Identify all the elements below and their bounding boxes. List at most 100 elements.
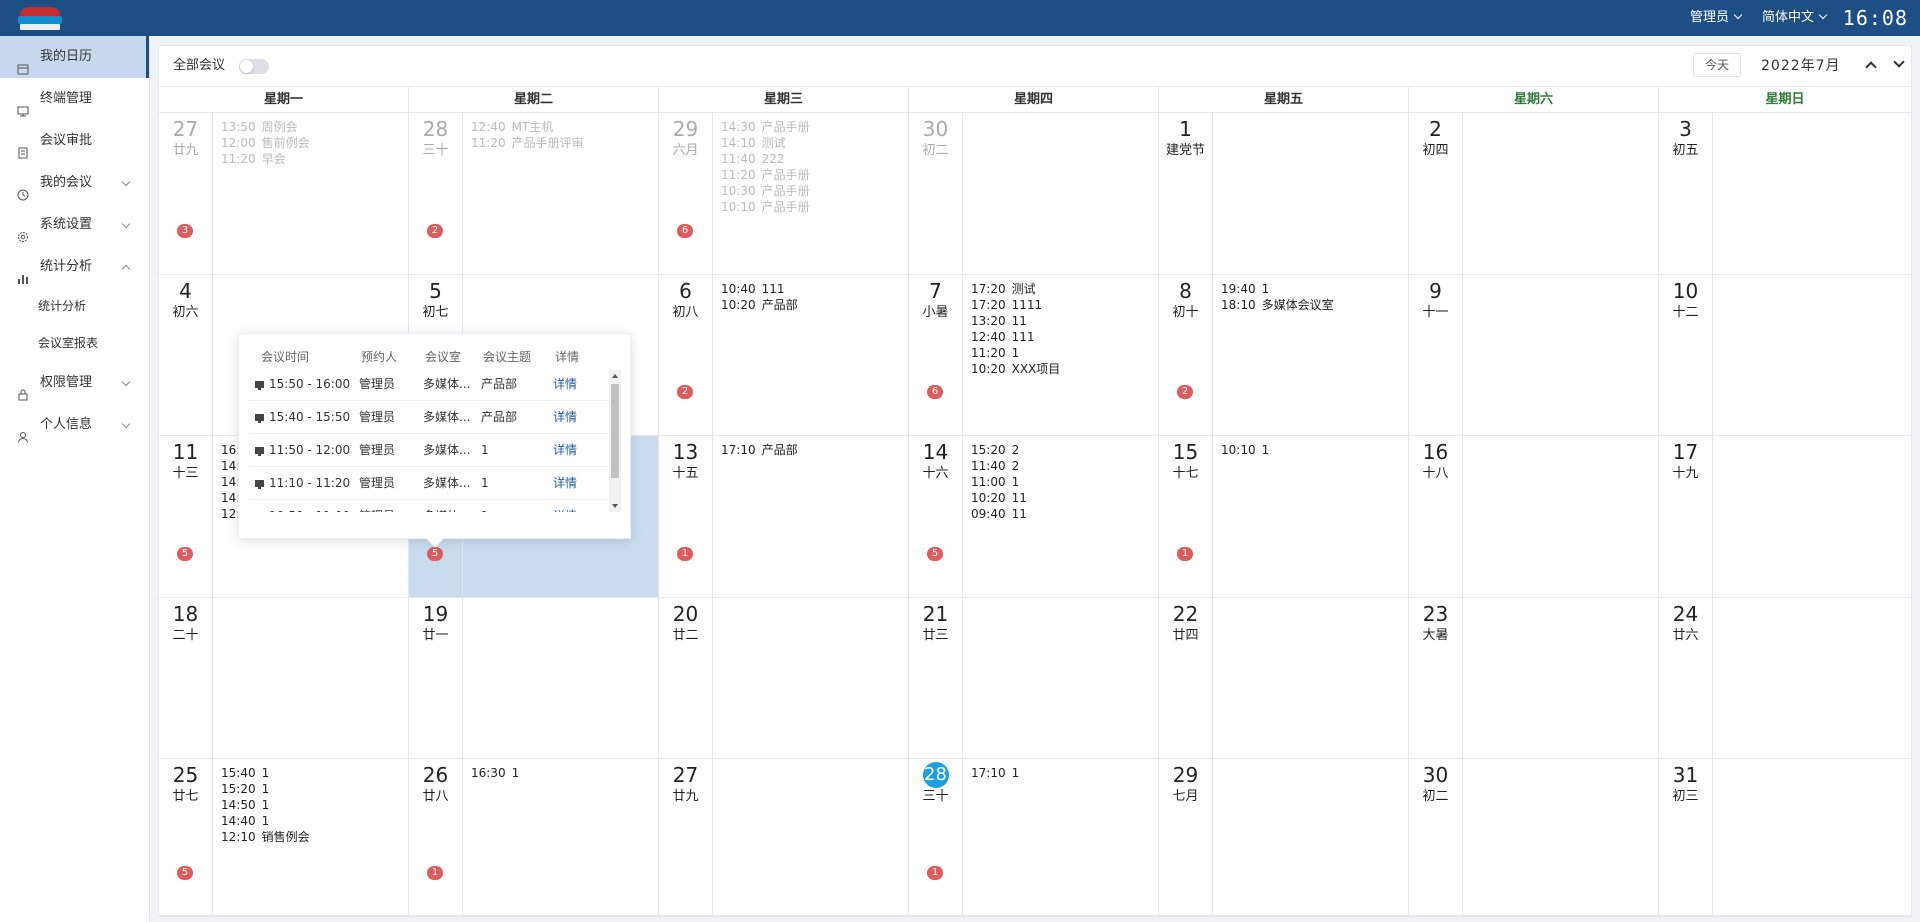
day-cell[interactable]: 28 三十 2 12:40 MT主机 11:20 产品手册评审 [409, 113, 659, 275]
sidebar-item[interactable]: 个人信息 [0, 404, 149, 446]
detail-link[interactable]: 详情 [553, 467, 577, 500]
event-item[interactable]: 10:30 产品手册 [721, 183, 904, 199]
day-cell[interactable]: 18 二十 [159, 598, 409, 759]
chevron-down-icon[interactable] [121, 177, 131, 187]
event-item[interactable]: 19:40 1 [1221, 281, 1404, 297]
event-item[interactable]: 10:10 1 [1221, 442, 1404, 458]
meeting-count-badge[interactable]: 1 [677, 547, 693, 561]
event-item[interactable]: 17:20 1111 [971, 297, 1154, 313]
sidebar-item[interactable]: 系统设置 [0, 204, 149, 246]
event-item[interactable]: 15:20 2 [971, 442, 1154, 458]
meeting-count-badge[interactable]: 5 [927, 547, 943, 561]
sidebar-item[interactable]: 会议审批 [0, 120, 149, 162]
day-cell[interactable]: 8 初十 2 19:40 1 18:10 多媒体会议室 [1159, 275, 1409, 436]
day-cell[interactable]: 26 廿八 1 16:30 1 [409, 759, 659, 917]
day-cell[interactable]: 20 廿二 [659, 598, 909, 759]
event-item[interactable]: 14:10 测试 [721, 135, 904, 151]
day-cell[interactable]: 29 七月 [1159, 759, 1409, 917]
day-cell[interactable]: 25 廿七 5 15:40 1 15:20 1 14:50 1 14:40 1 12:10 销售例会 [159, 759, 409, 917]
meeting-count-badge[interactable]: 1 [1177, 547, 1193, 561]
day-cell[interactable]: 30 初二 [1409, 759, 1659, 917]
event-item[interactable]: 14:50 1 [221, 797, 404, 813]
event-item[interactable]: 10:10 产品手册 [721, 199, 904, 215]
language-menu[interactable]: 简体中文 [1762, 0, 1828, 36]
day-cell[interactable]: 2 初四 [1409, 113, 1659, 275]
event-item[interactable]: 09:40 11 [971, 506, 1154, 522]
sidebar-subitem[interactable]: 统计分析 [0, 288, 149, 325]
event-item[interactable]: 10:40 111 [721, 281, 904, 297]
detail-link[interactable]: 详情 [553, 401, 577, 434]
meeting-count-badge[interactable]: 1 [927, 866, 943, 880]
event-item[interactable]: 14:40 1 [221, 813, 404, 829]
scroll-up-arrow-icon[interactable] [612, 374, 618, 378]
day-cell[interactable]: 29 六月 6 14:30 产品手册 14:10 测试 11:40 222 11:20 产品手册 10… [659, 113, 909, 275]
day-cell[interactable]: 24 廿六 [1659, 598, 1912, 759]
chevron-up-icon[interactable] [1865, 61, 1877, 73]
chevron-down-icon[interactable] [121, 419, 131, 429]
event-item[interactable]: 11:00 1 [971, 474, 1154, 490]
event-item[interactable]: 10:20 产品部 [721, 297, 904, 313]
meeting-count-badge[interactable]: 5 [427, 547, 443, 561]
day-cell[interactable]: 27 廿九 [659, 759, 909, 917]
event-item[interactable]: 11:40 2 [971, 458, 1154, 474]
event-item[interactable]: 12:00 售前例会 [221, 135, 404, 151]
meeting-count-badge[interactable]: 3 [177, 224, 193, 238]
event-item[interactable]: 12:40 111 [971, 329, 1154, 345]
event-item[interactable]: 11:40 222 [721, 151, 904, 167]
event-item[interactable]: 14:30 产品手册 [721, 119, 904, 135]
day-cell[interactable]: 9 十一 [1409, 275, 1659, 436]
event-item[interactable]: 10:20 11 [971, 490, 1154, 506]
scroll-down-arrow-icon[interactable] [612, 504, 618, 508]
event-item[interactable]: 15:20 1 [221, 781, 404, 797]
chevron-down-icon[interactable] [121, 219, 131, 229]
event-item[interactable]: 17:20 测试 [971, 281, 1154, 297]
event-item[interactable]: 18:10 多媒体会议室 [1221, 297, 1404, 313]
event-item[interactable]: 11:20 1 [971, 345, 1154, 361]
day-cell[interactable]: 14 十六 5 15:20 2 11:40 2 11:00 1 10:20 11 09:40 11 [909, 436, 1159, 598]
day-cell[interactable]: 7 小暑 6 17:20 测试 17:20 1111 13:20 11 12:40 111 11:20… [909, 275, 1159, 436]
detail-link[interactable]: 详情 [553, 500, 577, 512]
sidebar-item[interactable]: 我的会议 [0, 162, 149, 204]
all-meetings-toggle[interactable] [239, 59, 269, 74]
user-menu[interactable]: 管理员 [1690, 0, 1743, 36]
event-item[interactable]: 13:20 11 [971, 313, 1154, 329]
day-cell[interactable]: 6 初八 2 10:40 111 10:20 产品部 [659, 275, 909, 436]
day-cell[interactable]: 3 初五 [1659, 113, 1912, 275]
day-cell[interactable]: 1 建党节 [1159, 113, 1409, 275]
meeting-count-badge[interactable]: 2 [1177, 385, 1193, 399]
popover-scrollbar[interactable] [609, 370, 621, 512]
chevron-down-icon[interactable] [1893, 56, 1905, 68]
day-cell[interactable]: 15 十七 1 10:10 1 [1159, 436, 1409, 598]
event-item[interactable]: 12:40 MT主机 [471, 119, 654, 135]
sidebar-subitem[interactable]: 会议室报表 [0, 325, 149, 362]
day-cell[interactable]: 31 初三 [1659, 759, 1912, 917]
meeting-count-badge[interactable]: 5 [177, 547, 193, 561]
day-cell[interactable]: 19 廿一 [409, 598, 659, 759]
sidebar-item[interactable]: 我的日历 [0, 36, 149, 78]
detail-link[interactable]: 详情 [553, 434, 577, 467]
meeting-count-badge[interactable]: 2 [427, 224, 443, 238]
meeting-count-badge[interactable]: 6 [677, 224, 693, 238]
day-cell[interactable]: 27 廿九 3 13:50 周例会 12:00 售前例会 11:20 早会 [159, 113, 409, 275]
event-item[interactable]: 10:20 XXX项目 [971, 361, 1154, 377]
event-item[interactable]: 17:10 1 [971, 765, 1154, 781]
chevron-down-icon[interactable] [121, 377, 131, 387]
event-item[interactable]: 11:20 早会 [221, 151, 404, 167]
day-cell[interactable]: 10 十二 [1659, 275, 1912, 436]
event-item[interactable]: 11:20 产品手册评审 [471, 135, 654, 151]
scrollbar-thumb[interactable] [611, 384, 619, 478]
chevron-up-icon[interactable] [121, 264, 131, 274]
event-item[interactable]: 13:50 周例会 [221, 119, 404, 135]
day-cell[interactable]: 22 廿四 [1159, 598, 1409, 759]
day-cell[interactable]: 30 初二 [909, 113, 1159, 275]
event-item[interactable]: 17:10 产品部 [721, 442, 904, 458]
event-item[interactable]: 16:30 1 [471, 765, 654, 781]
event-item[interactable]: 12:10 销售例会 [221, 829, 404, 845]
meeting-count-badge[interactable]: 2 [677, 385, 693, 399]
meeting-count-badge[interactable]: 1 [427, 866, 443, 880]
sidebar-item[interactable]: 终端管理 [0, 78, 149, 120]
today-button[interactable]: 今天 [1693, 53, 1741, 77]
day-cell[interactable]: 23 大暑 [1409, 598, 1659, 759]
detail-link[interactable]: 详情 [553, 368, 577, 401]
day-cell[interactable]: 13 十五 1 17:10 产品部 [659, 436, 909, 598]
